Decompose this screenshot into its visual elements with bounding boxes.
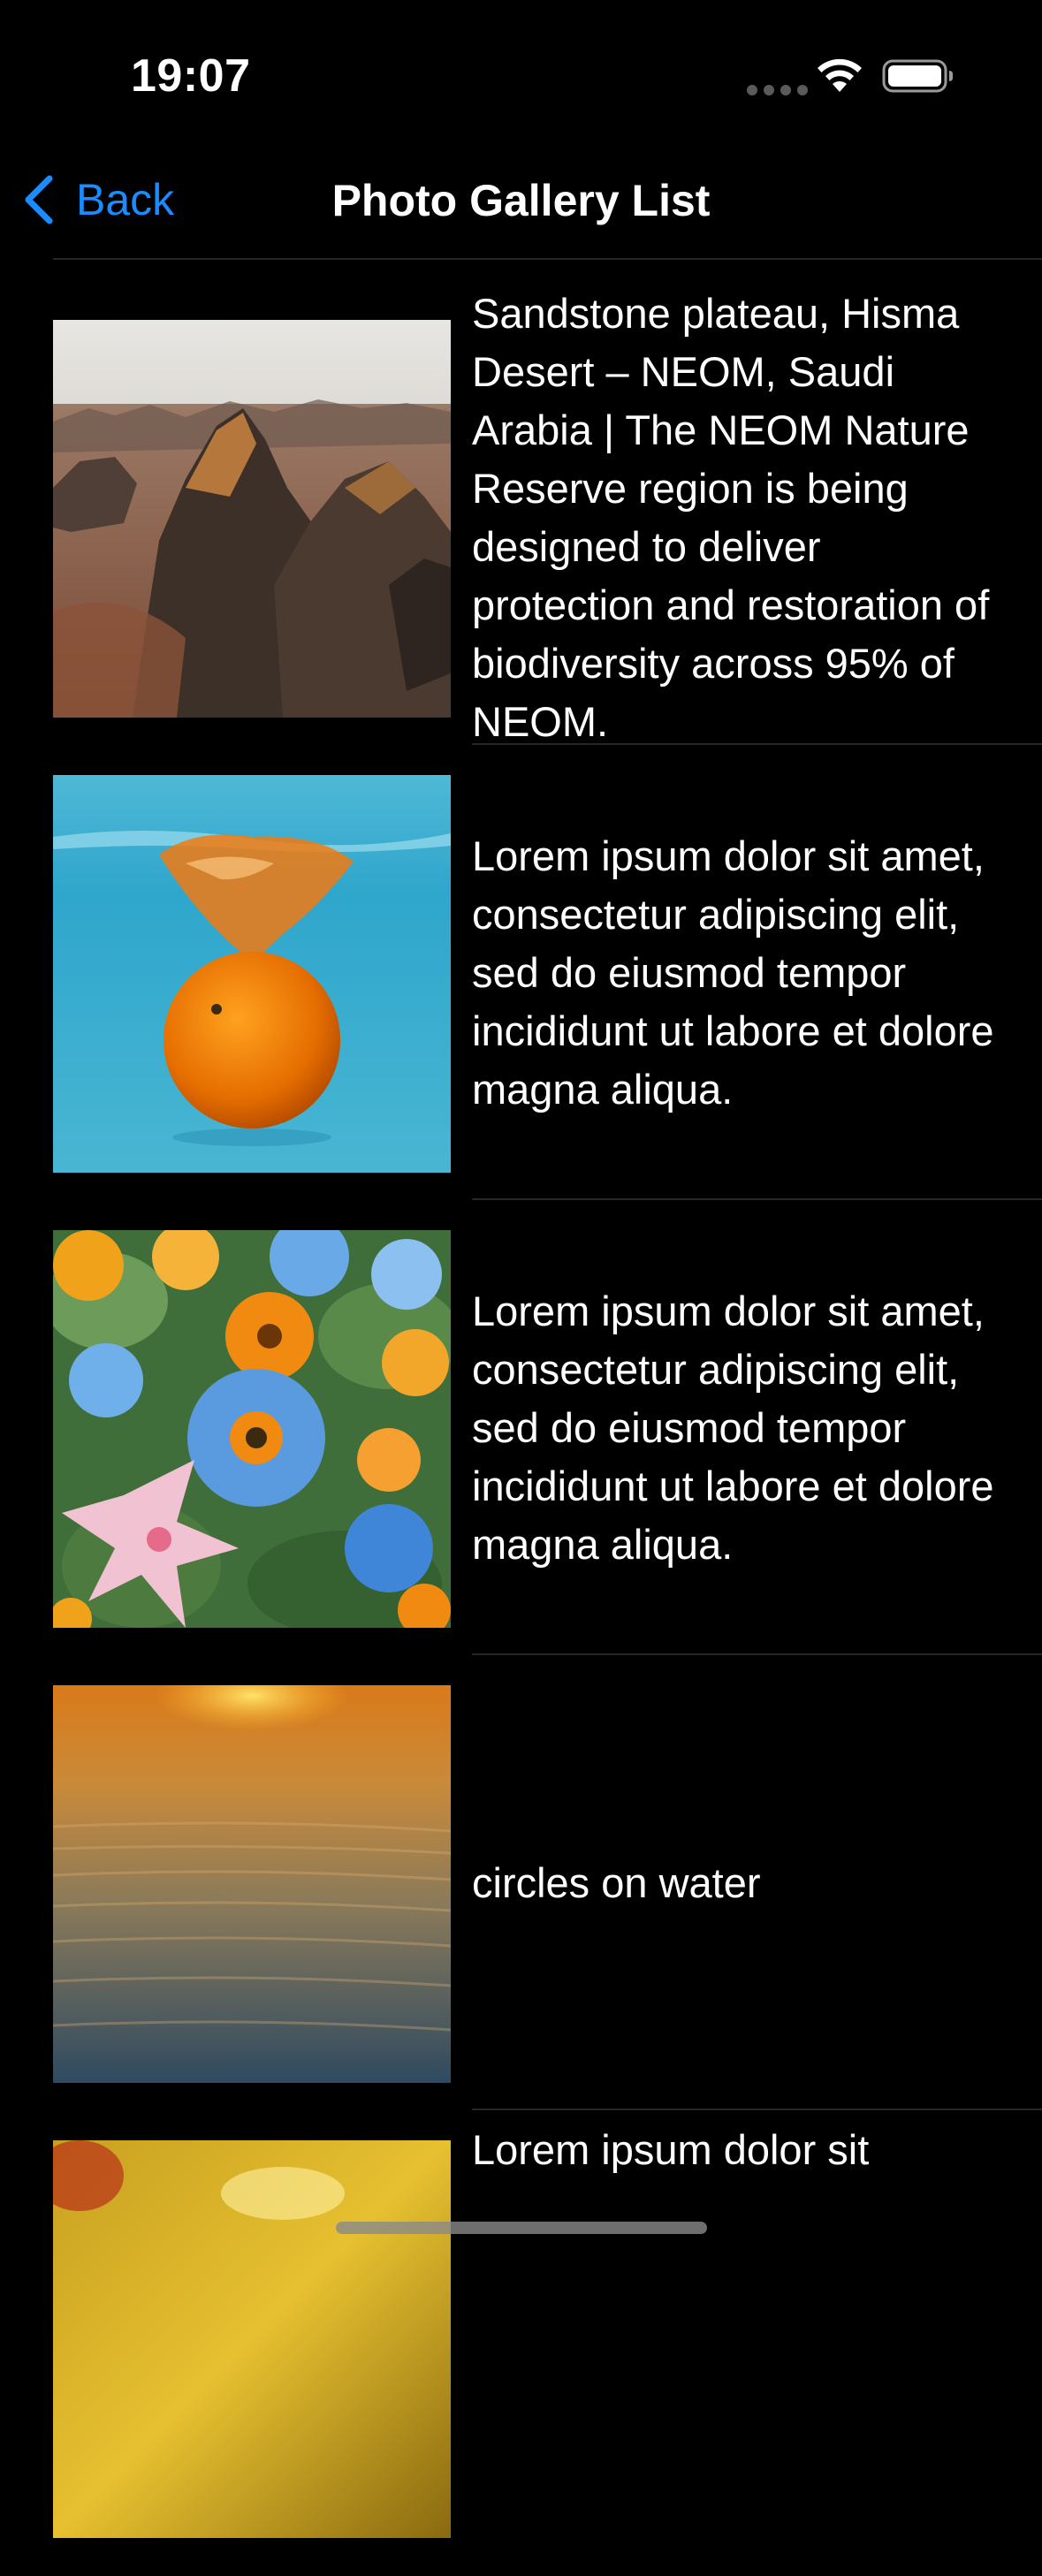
- yellow-abstract-photo: [53, 2140, 451, 2538]
- wifi-icon: [818, 58, 862, 92]
- desert-rock-plateau-photo: [53, 320, 451, 718]
- home-indicator: [336, 2222, 707, 2234]
- list-item[interactable]: Lorem ipsum dolor sit: [0, 2080, 1042, 2538]
- photo-caption: Lorem ipsum dolor sit: [472, 2126, 870, 2173]
- status-bar: 19:07: [0, 0, 1042, 133]
- battery-icon: [882, 59, 953, 93]
- navigation-bar: Back Photo Gallery List: [0, 133, 1042, 258]
- colorful-flowers-photo: [53, 1230, 451, 1628]
- list-item[interactable]: Lorem ipsum dolor sit amet, consectetur …: [0, 715, 1042, 1200]
- list-item[interactable]: Lorem ipsum dolor sit amet, consectetur …: [0, 1170, 1042, 1655]
- photo-caption: Sandstone plateau, Hisma Desert – NEOM, …: [472, 289, 990, 745]
- page-title: Photo Gallery List: [331, 176, 711, 225]
- photo-caption: Lorem ipsum dolor sit amet, consectetur …: [472, 832, 994, 1113]
- photo-gallery-list[interactable]: Sandstone plateau, Hisma Desert – NEOM, …: [0, 260, 1042, 2538]
- cellular-signal-icon: [747, 85, 808, 95]
- orange-in-water-photo: [53, 775, 451, 1173]
- status-time: 19:07: [131, 50, 251, 102]
- photo-caption: circles on water: [472, 1858, 761, 1906]
- photo-caption: Lorem ipsum dolor sit amet, consectetur …: [472, 1287, 994, 1568]
- list-item[interactable]: circles on water: [0, 1625, 1042, 2110]
- sunset-water-circles-photo: [53, 1685, 451, 2083]
- list-item[interactable]: Sandstone plateau, Hisma Desert – NEOM, …: [0, 260, 1042, 745]
